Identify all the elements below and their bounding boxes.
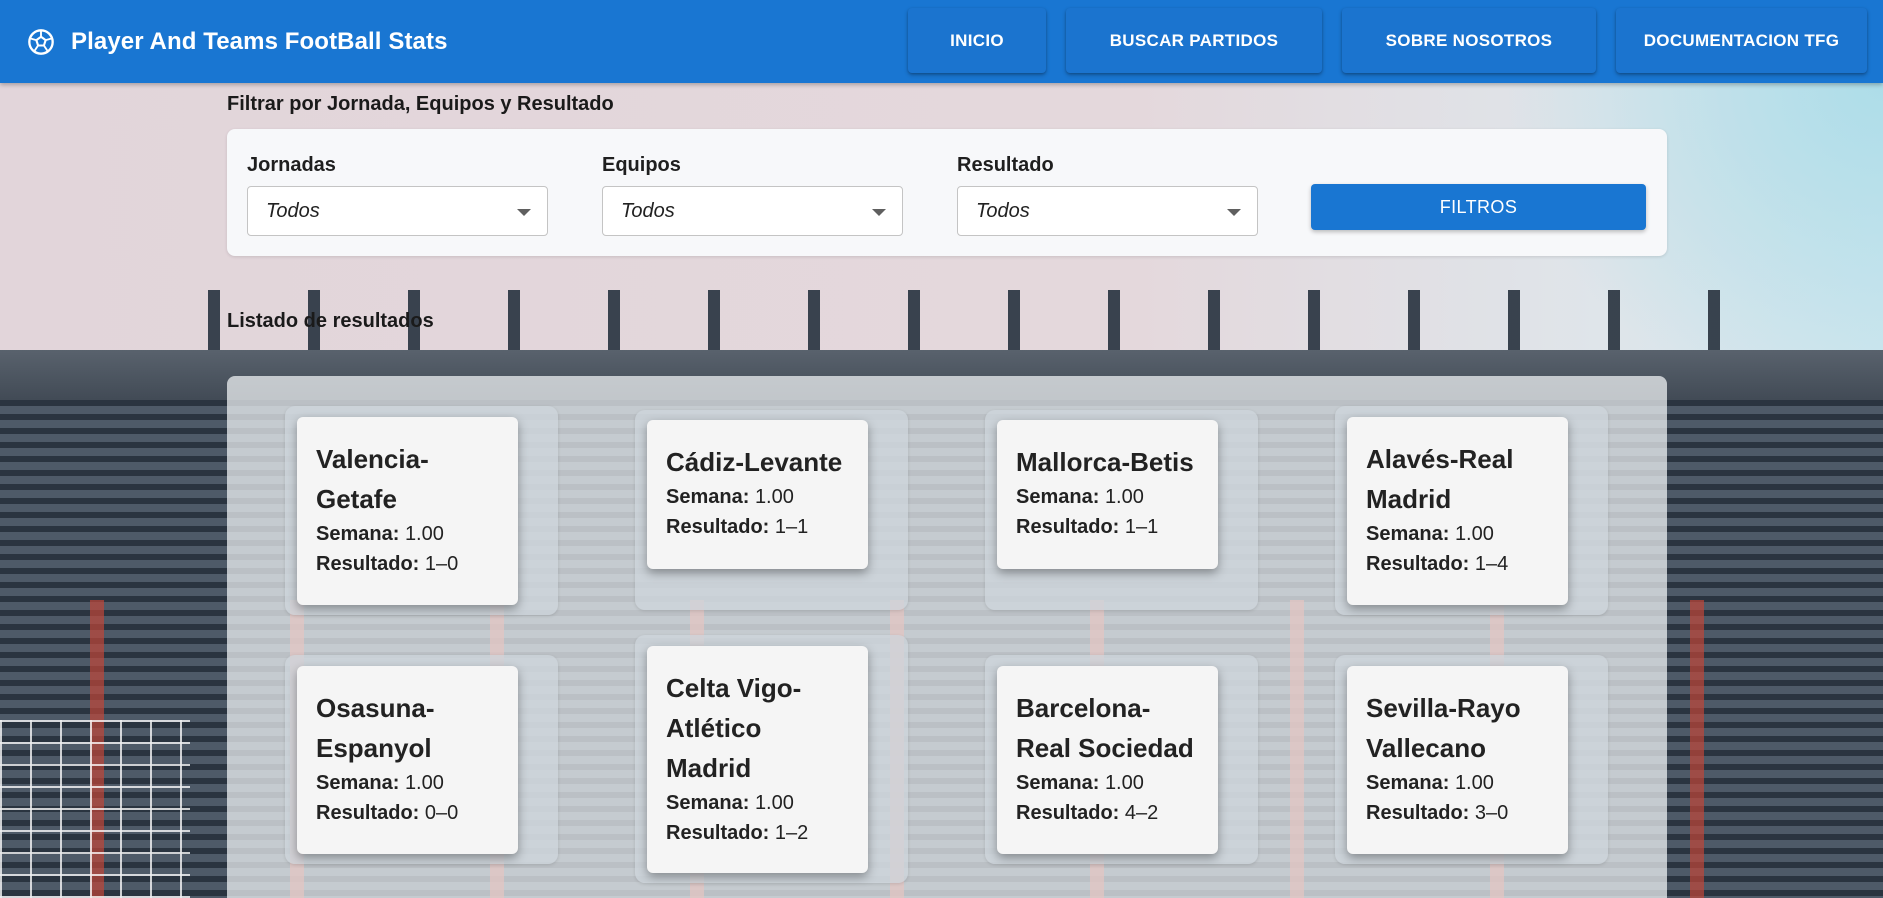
filter-card: Jornadas Todos Equipos Todos Resultado T… — [227, 129, 1667, 256]
resultado-label: Resultado: — [1016, 802, 1120, 824]
semana-value: 1.00 — [404, 772, 444, 794]
match-card[interactable]: Osasuna-Espanyol Semana: 1.00 Resultado:… — [297, 666, 518, 854]
semana-value: 1.00 — [1454, 772, 1494, 794]
resultado-value: 1–2 — [774, 822, 809, 844]
equipos-select[interactable]: Todos — [602, 186, 903, 236]
resultado-label: Resultado: — [666, 822, 770, 844]
soccer-ball-icon — [28, 28, 54, 55]
match-semana: Semana: 1.00 — [1016, 482, 1200, 512]
resultado-label: Resultado: — [1366, 553, 1470, 575]
jornadas-label: Jornadas — [247, 154, 336, 176]
resultado-select-value: Todos — [976, 199, 1030, 222]
resultado-value: 3–0 — [1474, 802, 1509, 824]
filtros-button[interactable]: FILTROS — [1311, 184, 1646, 230]
equipos-label: Equipos — [602, 154, 681, 176]
match-title: Osasuna-Espanyol — [316, 693, 435, 763]
match-title: Mallorca-Betis — [1016, 447, 1194, 477]
resultado-label: Resultado: — [666, 516, 770, 538]
match-resultado: Resultado: 4–2 — [1016, 798, 1200, 828]
match-card[interactable]: Mallorca-Betis Semana: 1.00 Resultado: 1… — [997, 420, 1218, 569]
semana-value: 1.00 — [404, 523, 444, 545]
match-semana: Semana: 1.00 — [666, 788, 850, 818]
match-resultado: Resultado: 1–4 — [1366, 549, 1550, 579]
match-resultado: Resultado: 3–0 — [1366, 798, 1550, 828]
resultado-value: 1–0 — [424, 553, 459, 575]
semana-label: Semana: — [316, 523, 400, 545]
match-card[interactable]: Alavés-Real Madrid Semana: 1.00 Resultad… — [1347, 417, 1568, 605]
match-title: Alavés-Real Madrid — [1366, 444, 1514, 514]
semana-value: 1.00 — [1454, 523, 1494, 545]
resultado-label: Resultado: — [1366, 802, 1470, 824]
match-title: Barcelona-Real Sociedad — [1016, 693, 1194, 763]
semana-value: 1.00 — [1104, 486, 1144, 508]
match-title: Valencia-Getafe — [316, 444, 429, 514]
semana-value: 1.00 — [754, 486, 794, 508]
app-header: Player And Teams FootBall Stats INICIO B… — [0, 0, 1883, 83]
chevron-down-icon — [872, 209, 886, 216]
match-resultado: Resultado: 1–2 — [666, 818, 850, 848]
jornadas-select-value: Todos — [266, 199, 320, 222]
resultado-value: 0–0 — [424, 802, 459, 824]
match-title: Cádiz-Levante — [666, 447, 843, 477]
chevron-down-icon — [517, 209, 531, 216]
match-semana: Semana: 1.00 — [1366, 768, 1550, 798]
semana-label: Semana: — [316, 772, 400, 794]
match-card[interactable]: Celta Vigo-Atlético Madrid Semana: 1.00 … — [647, 646, 868, 873]
match-semana: Semana: 1.00 — [666, 482, 850, 512]
nav-documentacion-tfg-button[interactable]: DOCUMENTACION TFG — [1616, 8, 1867, 73]
match-title: Celta Vigo-Atlético Madrid — [666, 673, 802, 783]
match-card[interactable]: Barcelona-Real Sociedad Semana: 1.00 Res… — [997, 666, 1218, 854]
app-title: Player And Teams FootBall Stats — [71, 27, 448, 55]
resultado-label: Resultado — [957, 154, 1054, 176]
match-semana: Semana: 1.00 — [316, 768, 500, 798]
resultado-value: 1–4 — [1474, 553, 1509, 575]
match-resultado: Resultado: 1–1 — [1016, 512, 1200, 542]
match-resultado: Resultado: 1–0 — [316, 549, 500, 579]
match-resultado: Resultado: 1–1 — [666, 512, 850, 542]
filter-section-title: Filtrar por Jornada, Equipos y Resultado — [227, 93, 614, 115]
resultado-value: 4–2 — [1124, 802, 1159, 824]
semana-label: Semana: — [666, 486, 750, 508]
semana-label: Semana: — [1016, 486, 1100, 508]
resultado-value: 1–1 — [1124, 516, 1159, 538]
brand[interactable]: Player And Teams FootBall Stats — [27, 28, 448, 56]
semana-label: Semana: — [1366, 523, 1450, 545]
semana-value: 1.00 — [754, 792, 794, 814]
semana-value: 1.00 — [1104, 772, 1144, 794]
nav-buscar-partidos-button[interactable]: BUSCAR PARTIDOS — [1066, 8, 1322, 73]
match-semana: Semana: 1.00 — [1366, 519, 1550, 549]
semana-label: Semana: — [1366, 772, 1450, 794]
semana-label: Semana: — [666, 792, 750, 814]
match-card[interactable]: Sevilla-Rayo Vallecano Semana: 1.00 Resu… — [1347, 666, 1568, 854]
chevron-down-icon — [1227, 209, 1241, 216]
resultado-label: Resultado: — [1016, 516, 1120, 538]
match-card[interactable]: Cádiz-Levante Semana: 1.00 Resultado: 1–… — [647, 420, 868, 569]
resultado-label: Resultado: — [316, 802, 420, 824]
resultado-label: Resultado: — [316, 553, 420, 575]
main-nav: INICIO BUSCAR PARTIDOS SOBRE NOSOTROS DO… — [908, 8, 1867, 73]
nav-sobre-nosotros-button[interactable]: SOBRE NOSOTROS — [1342, 8, 1596, 73]
match-title: Sevilla-Rayo Vallecano — [1366, 693, 1521, 763]
resultado-select[interactable]: Todos — [957, 186, 1258, 236]
nav-inicio-button[interactable]: INICIO — [908, 8, 1046, 73]
equipos-select-value: Todos — [621, 199, 675, 222]
match-semana: Semana: 1.00 — [316, 519, 500, 549]
resultado-value: 1–1 — [774, 516, 809, 538]
results-section-title: Listado de resultados — [227, 310, 434, 332]
jornadas-select[interactable]: Todos — [247, 186, 548, 236]
scaffolding — [0, 720, 190, 898]
semana-label: Semana: — [1016, 772, 1100, 794]
match-card[interactable]: Valencia-Getafe Semana: 1.00 Resultado: … — [297, 417, 518, 605]
match-resultado: Resultado: 0–0 — [316, 798, 500, 828]
match-semana: Semana: 1.00 — [1016, 768, 1200, 798]
